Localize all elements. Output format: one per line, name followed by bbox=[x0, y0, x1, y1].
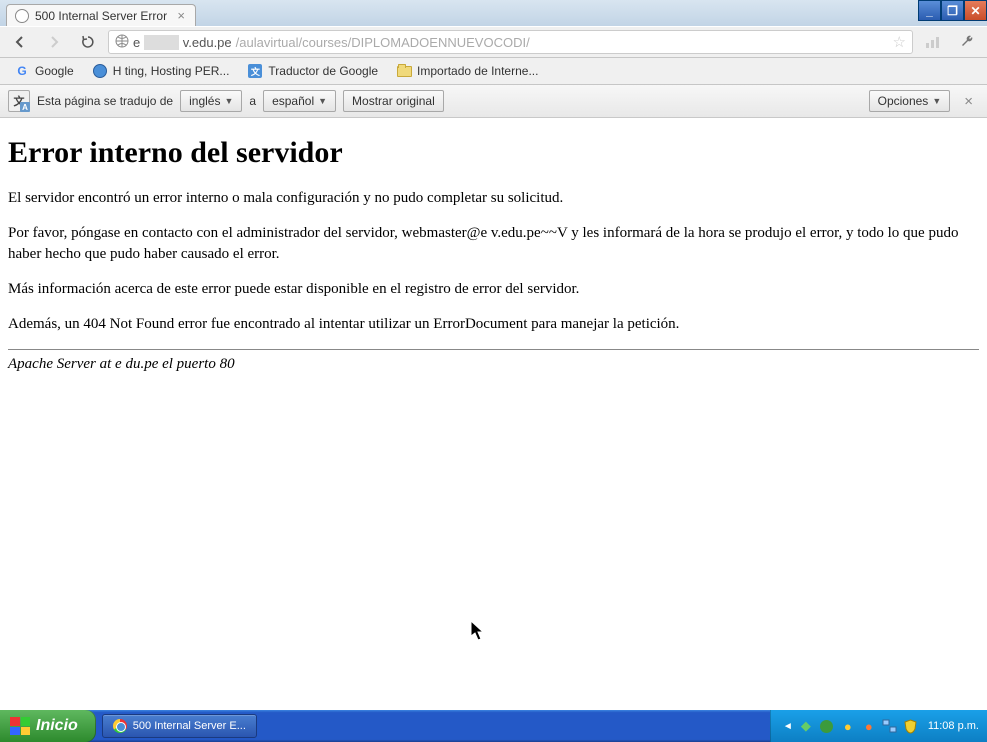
bookmark-star-icon[interactable]: ☆ bbox=[893, 33, 906, 51]
address-bar[interactable]: e x v.edu.pe /aulavirtual/courses/DIPLOM… bbox=[108, 30, 913, 54]
translate-sep: a bbox=[249, 94, 256, 108]
chrome-icon bbox=[113, 719, 127, 733]
translate-badge-icon: 文A bbox=[8, 90, 30, 112]
translate-bar: 文A Esta página se tradujo de inglés ▼ a e… bbox=[0, 85, 987, 118]
bookmark-hosting[interactable]: H ting, Hosting PER... bbox=[84, 60, 238, 82]
translate-from-dropdown[interactable]: inglés ▼ bbox=[180, 90, 242, 112]
start-button[interactable]: Inicio bbox=[0, 710, 96, 742]
globe-icon bbox=[115, 34, 129, 51]
taskbar-clock[interactable]: 11:08 p.m. bbox=[924, 720, 979, 732]
taskbar-item-chrome[interactable]: 500 Internal Server E... bbox=[102, 714, 257, 738]
bookmark-label: H ting, Hosting PER... bbox=[113, 64, 230, 78]
arrow-left-icon bbox=[12, 34, 28, 50]
show-original-button[interactable]: Mostrar original bbox=[343, 90, 444, 112]
bookmark-label: Google bbox=[35, 64, 74, 78]
reload-button[interactable] bbox=[74, 29, 102, 55]
bookmark-google[interactable]: G Google bbox=[6, 60, 82, 82]
start-label: Inicio bbox=[36, 717, 78, 735]
folder-icon bbox=[396, 63, 412, 79]
tab-title: 500 Internal Server Error bbox=[35, 9, 167, 23]
tray-shield-icon[interactable] bbox=[903, 718, 919, 734]
error-paragraph: Más información acerca de este error pue… bbox=[8, 279, 979, 299]
translate-options-label: Opciones bbox=[878, 94, 929, 108]
taskbar-item-label: 500 Internal Server E... bbox=[133, 720, 246, 732]
page-content: Error interno del servidor El servidor e… bbox=[0, 118, 987, 710]
tray-volume-icon[interactable]: ● bbox=[840, 718, 856, 734]
reload-icon bbox=[80, 34, 96, 50]
server-signature: Apache Server at e du.pe el puerto 80 bbox=[8, 356, 979, 373]
url-path: /aulavirtual/courses/DIPLOMADOENNUEVOCOD… bbox=[236, 35, 530, 50]
stats-icon[interactable] bbox=[919, 29, 947, 55]
translate-options-dropdown[interactable]: Opciones▼ bbox=[869, 90, 951, 112]
window-close-button[interactable]: ✕ bbox=[964, 0, 987, 21]
google-icon: G bbox=[14, 63, 30, 79]
translate-close-button[interactable]: × bbox=[958, 93, 979, 110]
divider bbox=[8, 349, 979, 350]
url-host-suffix: v.edu.pe bbox=[183, 35, 232, 50]
translate-to-label: español bbox=[272, 94, 314, 108]
tray-icon[interactable]: ◆ bbox=[798, 718, 814, 734]
tray-expand-icon[interactable]: ◄ bbox=[783, 721, 793, 732]
minimize-button[interactable]: _ bbox=[918, 0, 941, 21]
page-heading: Error interno del servidor bbox=[8, 136, 979, 170]
translate-icon: 文 bbox=[247, 63, 263, 79]
bookmark-imported[interactable]: Importado de Interne... bbox=[388, 60, 546, 82]
window-controls: _ ❐ ✕ bbox=[918, 0, 987, 21]
system-tray: ◄ ◆ ● ● 11:08 p.m. bbox=[770, 710, 987, 742]
arrow-right-icon bbox=[46, 34, 62, 50]
error-paragraph: El servidor encontró un error interno o … bbox=[8, 188, 979, 208]
translate-prefix: Esta página se tradujo de bbox=[37, 94, 173, 108]
bookmarks-bar: G Google H ting, Hosting PER... 文 Traduc… bbox=[0, 58, 987, 85]
page-icon bbox=[15, 9, 29, 23]
toolbar: e x v.edu.pe /aulavirtual/courses/DIPLOM… bbox=[0, 26, 987, 58]
url-redacted: x bbox=[144, 35, 179, 50]
wrench-menu-button[interactable] bbox=[953, 29, 981, 55]
forward-button[interactable] bbox=[40, 29, 68, 55]
globe-icon bbox=[92, 63, 108, 79]
chevron-down-icon: ▼ bbox=[932, 96, 941, 106]
url-host-prefix: e bbox=[133, 35, 140, 50]
bookmark-label: Traductor de Google bbox=[268, 64, 378, 78]
tray-icon[interactable] bbox=[819, 718, 835, 734]
tab-close-icon[interactable]: × bbox=[177, 8, 185, 23]
tray-network-icon[interactable] bbox=[882, 718, 898, 734]
back-button[interactable] bbox=[6, 29, 34, 55]
maximize-button[interactable]: ❐ bbox=[941, 0, 964, 21]
translate-to-dropdown[interactable]: español ▼ bbox=[263, 90, 336, 112]
browser-tab[interactable]: 500 Internal Server Error × bbox=[6, 4, 196, 26]
chevron-down-icon: ▼ bbox=[318, 96, 327, 106]
error-paragraph: Por favor, póngase en contacto con el ad… bbox=[8, 223, 979, 264]
tray-icon[interactable]: ● bbox=[861, 718, 877, 734]
bookmark-translator[interactable]: 文 Traductor de Google bbox=[239, 60, 386, 82]
windows-flag-icon bbox=[10, 717, 30, 735]
translate-from-label: inglés bbox=[189, 94, 220, 108]
chevron-down-icon: ▼ bbox=[224, 96, 233, 106]
tab-strip: 500 Internal Server Error × bbox=[0, 0, 987, 26]
taskbar: Inicio 500 Internal Server E... ◄ ◆ ● ● … bbox=[0, 710, 987, 742]
bookmark-label: Importado de Interne... bbox=[417, 64, 538, 78]
error-paragraph: Además, un 404 Not Found error fue encon… bbox=[8, 314, 979, 334]
